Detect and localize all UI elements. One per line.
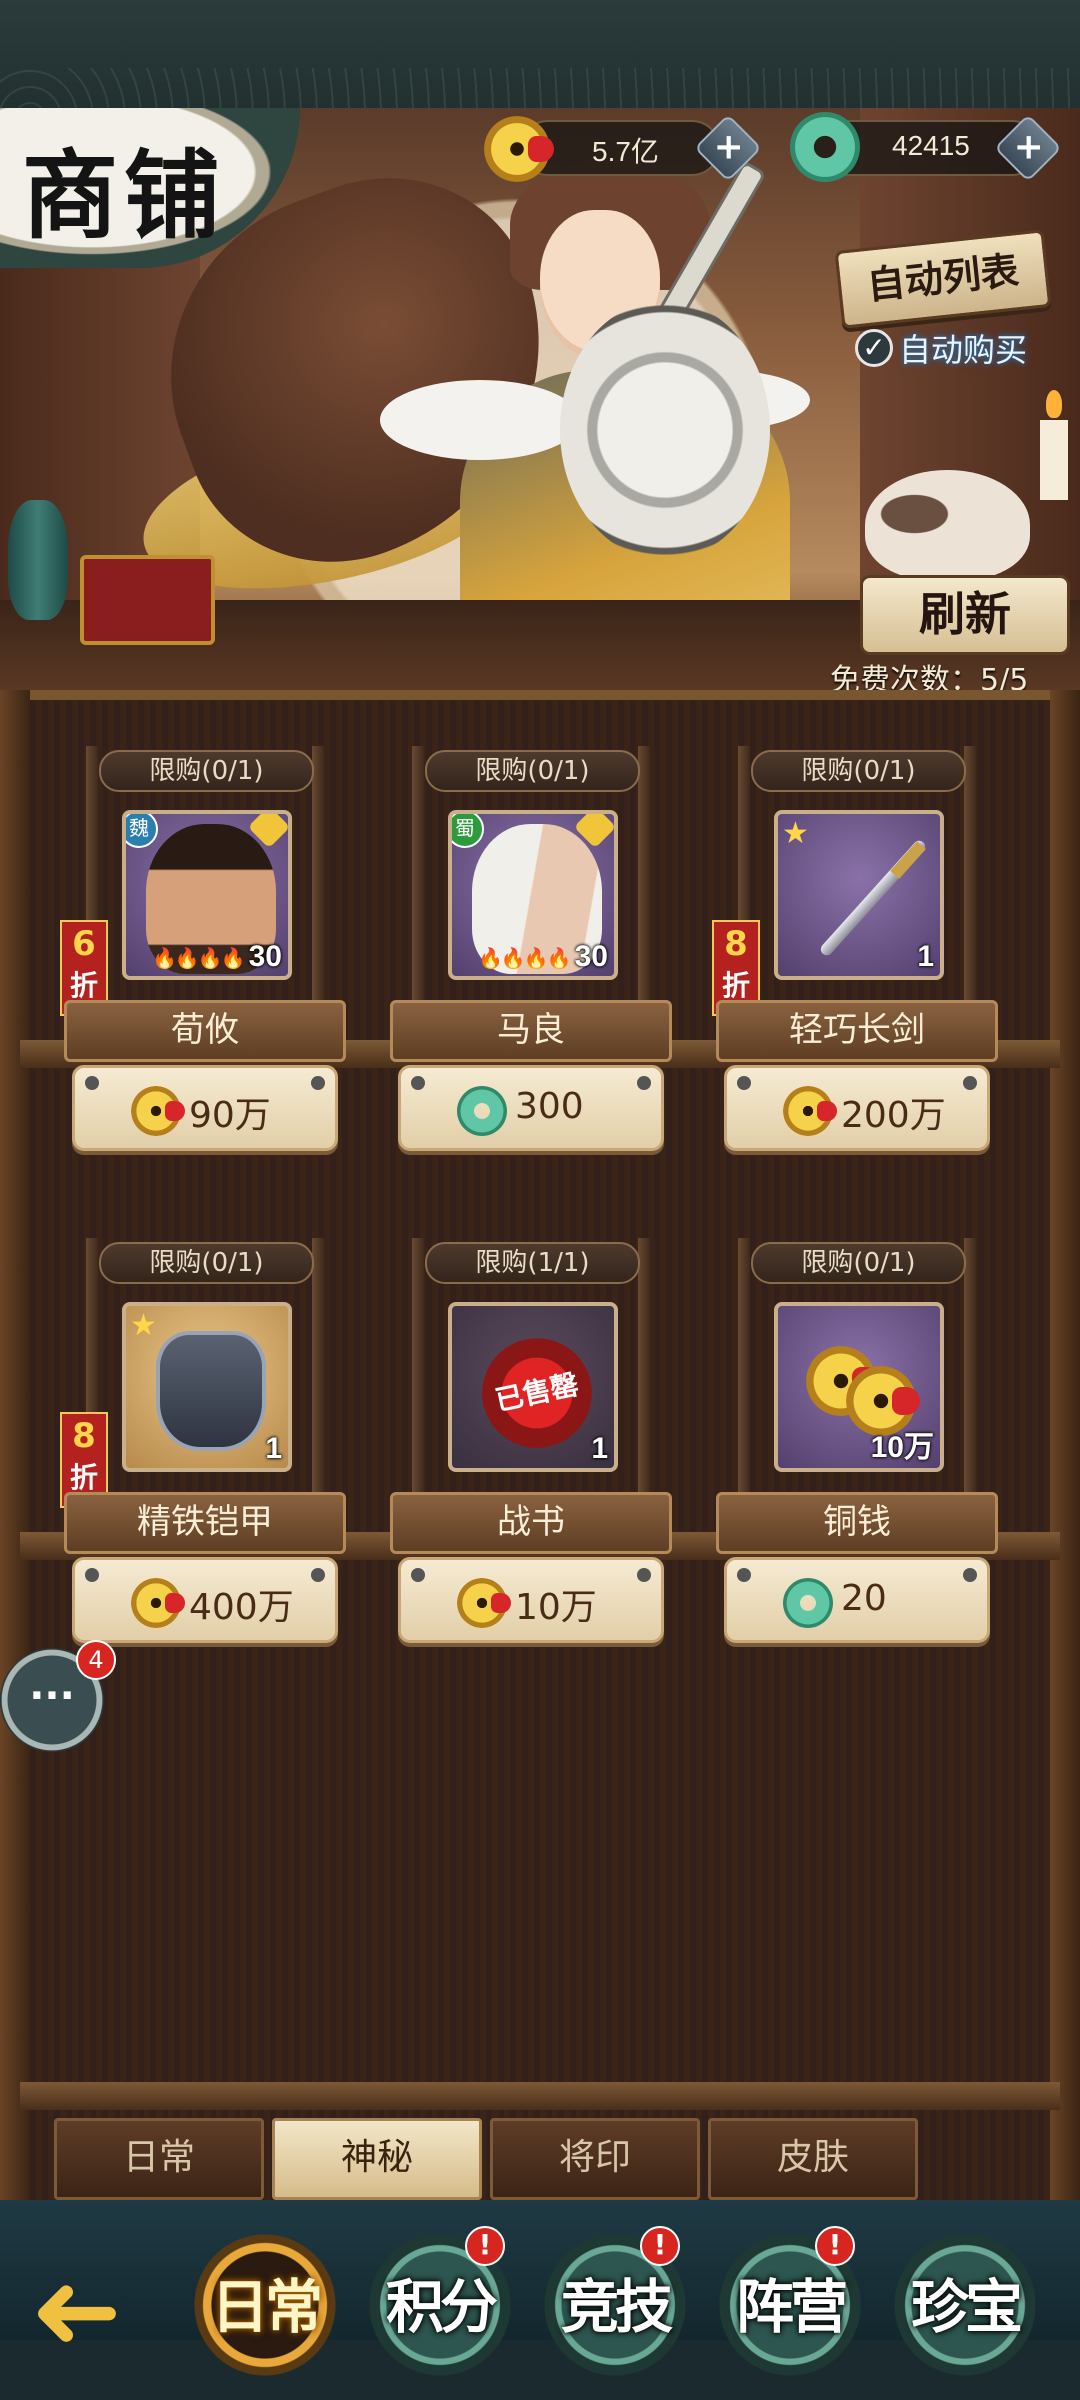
- auto-buy-toggle[interactable]: ✓ 自动购买: [855, 325, 1027, 371]
- shop-item-card[interactable]: 限购(0/1) 10万 铜钱 20: [716, 1238, 998, 1662]
- item-icon[interactable]: 10万: [774, 1302, 944, 1472]
- item-icon[interactable]: ★ 1: [122, 1302, 292, 1472]
- page-title: 商铺: [22, 139, 226, 252]
- copper-coins-icon: [806, 1336, 920, 1436]
- item-quantity: 1: [917, 940, 934, 973]
- tab-general-seal[interactable]: 将印: [490, 2118, 700, 2200]
- status-area: [0, 0, 1080, 110]
- alert-icon: !: [640, 2226, 680, 2266]
- purchase-limit-tag: 限购(1/1): [425, 1242, 640, 1284]
- chat-unread-badge: 4: [76, 1640, 116, 1680]
- sword-hilt: [890, 841, 926, 879]
- nav-treasure-shop[interactable]: 珍宝: [890, 2230, 1040, 2380]
- tab-mystery[interactable]: 神秘: [272, 2118, 482, 2200]
- purchase-limit-tag: 限购(0/1): [751, 750, 966, 792]
- purchase-limit-tag: 限购(0/1): [751, 1242, 966, 1284]
- faction-badge: 蜀: [452, 814, 484, 848]
- copper-coin-icon: [131, 1086, 185, 1136]
- item-name: 铜钱: [716, 1492, 998, 1554]
- frame-rail-right: [1050, 690, 1080, 2250]
- sleeping-cat-decoration: [865, 470, 1030, 580]
- item-price: 20: [841, 1578, 887, 1619]
- jade-icon: [783, 1578, 833, 1628]
- copper-coin-icon: [131, 1578, 185, 1628]
- alert-icon: !: [465, 2226, 505, 2266]
- nav-faction-shop[interactable]: 阵营 !: [715, 2226, 865, 2380]
- frame-rail-left: [0, 690, 30, 2250]
- item-icon[interactable]: 蜀 🔥🔥🔥🔥 30: [448, 810, 618, 980]
- purchase-limit-tag: 限购(0/1): [425, 750, 640, 792]
- copper-coin-icon: [783, 1086, 837, 1136]
- copper-coin-icon: [457, 1578, 511, 1628]
- item-quantity: 30: [574, 940, 608, 973]
- auto-buy-label: 自动购买: [899, 331, 1028, 369]
- item-icon: 已售罄 1: [448, 1302, 618, 1472]
- item-price: 300: [515, 1086, 584, 1127]
- item-name: 马良: [390, 1000, 672, 1062]
- star-rank-icon: 🔥🔥🔥🔥: [152, 946, 246, 970]
- treasure-box-decoration: [80, 555, 215, 645]
- item-quantity: 30: [248, 940, 282, 973]
- tab-daily[interactable]: 日常: [54, 2118, 264, 2200]
- sold-out-stamp: 已售罄: [471, 1327, 603, 1459]
- armor-icon: [156, 1331, 266, 1451]
- item-name: 轻巧长剑: [716, 1000, 998, 1062]
- star-icon: ★: [130, 1308, 157, 1343]
- buy-button[interactable]: 90万: [72, 1065, 338, 1151]
- checkbox-icon[interactable]: ✓: [855, 329, 893, 367]
- shop-item-card[interactable]: 限购(0/1) ★ 1 8折 轻巧长剑 200万: [712, 746, 998, 1170]
- item-quantity: 1: [591, 1432, 608, 1465]
- shop-item-card[interactable]: 限购(1/1) 已售罄 1 战书 10万: [390, 1238, 672, 1662]
- item-name: 荀攸: [64, 1000, 346, 1062]
- item-price: 200万: [841, 1095, 946, 1136]
- buy-button[interactable]: 300: [398, 1065, 664, 1151]
- jade-icon: [790, 112, 860, 182]
- purchase-limit-tag: 限购(0/1): [99, 1242, 314, 1284]
- shop-item-card[interactable]: 限购(0/1) ★ 1 8折 精铁铠甲 400万: [60, 1238, 346, 1662]
- jade-icon: [457, 1086, 507, 1136]
- item-price: 10万: [515, 1587, 597, 1628]
- tab-shelf: [20, 2082, 1060, 2110]
- purchase-limit-tag: 限购(0/1): [99, 750, 314, 792]
- buy-button[interactable]: 400万: [72, 1557, 338, 1643]
- faction-badge: 魏: [126, 814, 158, 848]
- tab-skin[interactable]: 皮肤: [708, 2118, 918, 2200]
- pipa-instrument: [560, 300, 770, 560]
- buy-button[interactable]: 10万: [398, 1557, 664, 1643]
- alert-icon: !: [815, 2226, 855, 2266]
- item-quantity: 1: [265, 1432, 282, 1465]
- item-icon[interactable]: ★ 1: [774, 810, 944, 980]
- shop-item-card[interactable]: 限购(0/1) 魏 🔥🔥🔥🔥 30 6折 荀攸 90万: [60, 746, 346, 1170]
- copper-coin-icon: [484, 116, 554, 182]
- back-arrow-icon[interactable]: ➜: [30, 2246, 180, 2374]
- star-icon: ★: [782, 816, 809, 851]
- item-name: 战书: [390, 1492, 672, 1554]
- nav-daily-shop[interactable]: 日常: [190, 2230, 340, 2380]
- buy-button[interactable]: 20: [724, 1557, 990, 1643]
- nav-points-shop[interactable]: 积分 !: [365, 2226, 515, 2380]
- item-price: 400万: [189, 1587, 294, 1628]
- vase-decoration: [8, 500, 68, 620]
- copper-coin-value: 5.7亿: [592, 136, 659, 167]
- buy-button[interactable]: 200万: [724, 1065, 990, 1151]
- shop-item-card[interactable]: 限购(0/1) 蜀 🔥🔥🔥🔥 30 马良 300: [390, 746, 672, 1170]
- item-price: 90万: [189, 1095, 271, 1136]
- candle-decoration: [1040, 390, 1068, 500]
- nav-arena-shop[interactable]: 竞技 !: [540, 2226, 690, 2380]
- item-name: 精铁铠甲: [64, 1492, 346, 1554]
- jade-value: 42415: [892, 130, 970, 161]
- refresh-button[interactable]: 刷新: [860, 575, 1070, 655]
- item-icon[interactable]: 魏 🔥🔥🔥🔥 30: [122, 810, 292, 980]
- star-rank-icon: 🔥🔥🔥🔥: [478, 946, 572, 970]
- item-quantity: 10万: [870, 1431, 934, 1464]
